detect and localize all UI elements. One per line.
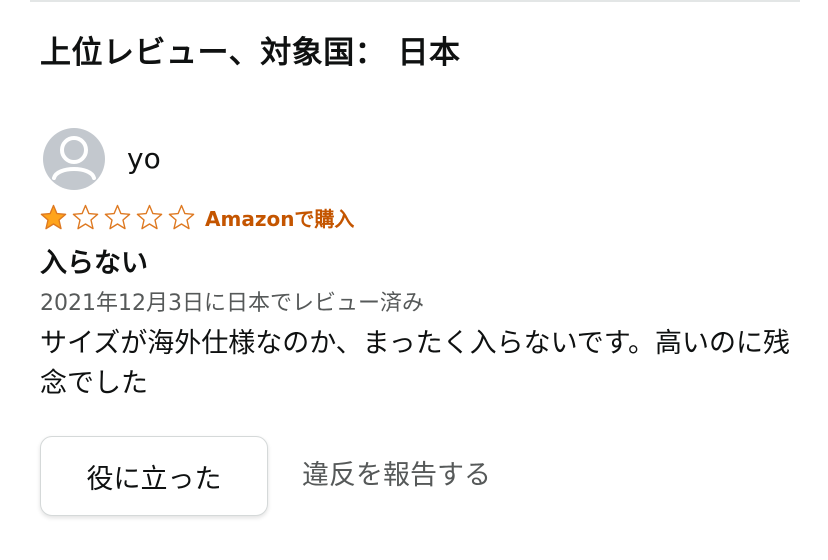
reviewer-name: yo xyxy=(127,142,161,175)
star-empty-icon xyxy=(168,204,195,229)
star-rating[interactable] xyxy=(40,204,200,231)
star-empty-icon xyxy=(136,204,163,229)
review-title[interactable]: 入らない xyxy=(40,244,148,284)
reviewer-profile[interactable]: yo xyxy=(43,128,161,190)
section-title: 上位レビュー、対象国： 日本 xyxy=(40,35,461,71)
top-divider xyxy=(30,0,800,2)
review-page: 上位レビュー、対象国： 日本 yo Amazonで購入 入らない 2021年12… xyxy=(0,0,828,560)
review-date: 2021年12月3日に日本でレビュー済み xyxy=(40,291,424,316)
helpful-button[interactable]: 役に立った xyxy=(40,436,268,516)
default-profile-icon xyxy=(43,128,105,190)
star-empty-icon xyxy=(104,204,131,229)
rating-row: Amazonで購入 xyxy=(40,200,354,234)
star-filled-icon xyxy=(40,204,67,229)
star-empty-icon xyxy=(72,204,99,229)
verified-purchase-badge: Amazonで購入 xyxy=(205,206,355,231)
report-abuse-link[interactable]: 違反を報告する xyxy=(302,456,491,496)
review-body: サイズが海外仕様なのか、まったく入らないです。高いのに残念でした xyxy=(40,328,791,399)
